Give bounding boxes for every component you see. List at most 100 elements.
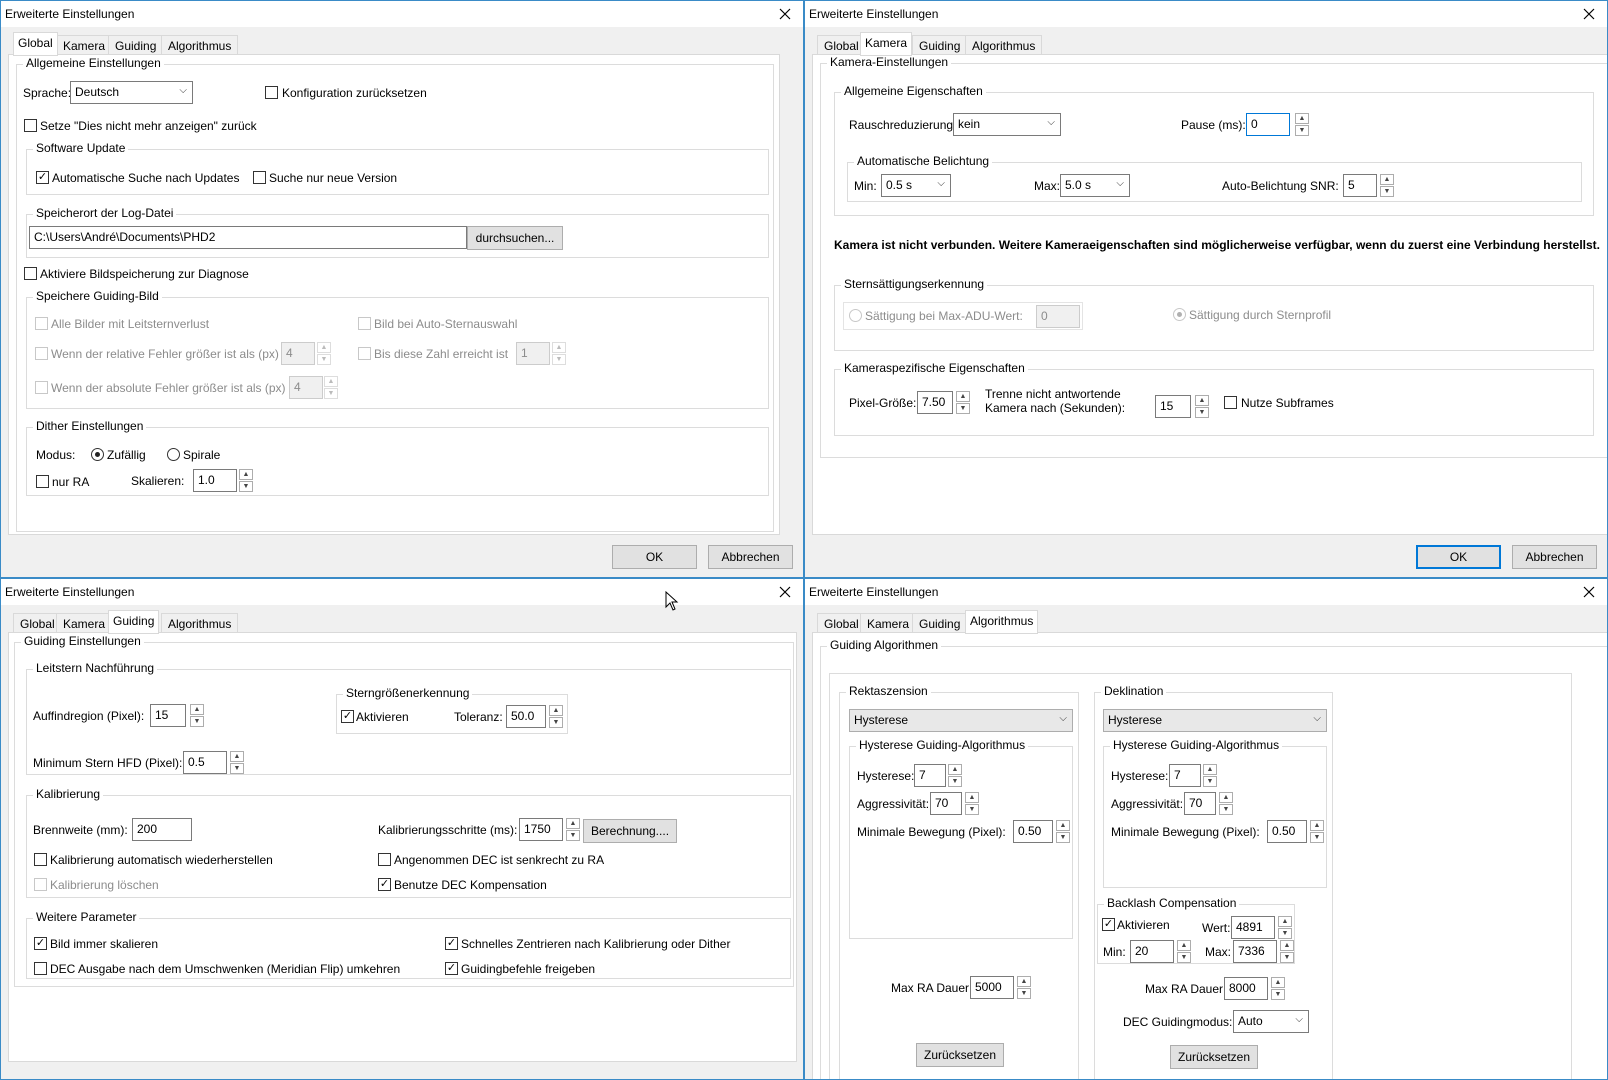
spin-arrows-icon[interactable]: ▲ ▼ <box>549 705 563 728</box>
spin-arrows-icon[interactable]: ▲ ▼ <box>566 818 580 841</box>
pause-field[interactable]: 0 <box>1246 113 1290 136</box>
ra-reset-button[interactable]: Zurücksetzen <box>916 1043 1004 1067</box>
count-field[interactable]: 1 <box>516 342 550 365</box>
rel-err-field[interactable]: 4 <box>281 342 315 365</box>
spiral-radio[interactable] <box>167 448 180 461</box>
tab-guiding[interactable]: Guiding <box>108 35 164 55</box>
spin-arrows-icon[interactable]: ▲ ▼ <box>552 342 566 365</box>
spin-arrows-icon[interactable]: ▲ ▼ <box>1203 764 1217 787</box>
tab-kamera[interactable]: Kamera <box>56 613 113 633</box>
auto-select-checkbox[interactable] <box>358 317 371 330</box>
spin-arrows-icon[interactable]: ▲ ▼ <box>324 376 338 399</box>
reset-dontshow-checkbox[interactable] <box>24 119 37 132</box>
min-exposure-select[interactable]: 0.5 s ⌵ <box>881 174 951 197</box>
tab-algorithmus[interactable]: Algorithmus <box>161 35 239 55</box>
spin-arrows-icon[interactable]: ▲ ▼ <box>239 469 253 492</box>
close-button[interactable] <box>1571 579 1607 605</box>
dec-algorithm-select[interactable]: Hysterese ⌵ <box>1103 709 1327 732</box>
calculate-button[interactable]: Berechnung.... <box>583 819 677 843</box>
backlash-min-field[interactable]: 20 <box>1130 940 1174 963</box>
tab-global[interactable]: Global <box>817 35 866 55</box>
tab-global[interactable]: Global <box>817 613 866 633</box>
random-radio[interactable] <box>91 448 104 461</box>
abs-err-field[interactable]: 4 <box>289 376 323 399</box>
dec-hyst-field[interactable]: 7 <box>1169 764 1201 787</box>
dec-aggr-field[interactable]: 70 <box>1184 792 1216 815</box>
sat-profile-radio[interactable] <box>1173 308 1186 321</box>
tab-kamera[interactable]: Kamera <box>860 32 913 56</box>
tab-global[interactable]: Global <box>13 32 58 56</box>
ra-aggr-field[interactable]: 70 <box>930 792 962 815</box>
sat-adu-field[interactable]: 0 <box>1036 305 1080 328</box>
max-exposure-select[interactable]: 5.0 s ⌵ <box>1060 174 1130 197</box>
ok-button[interactable]: OK <box>1416 545 1501 569</box>
tab-kamera[interactable]: Kamera <box>860 613 917 633</box>
focal-field[interactable]: 200 <box>132 818 192 841</box>
log-path-field[interactable]: C:\Users\André\Documents\PHD2 <box>29 226 467 249</box>
browse-button[interactable]: durchsuchen... <box>467 226 563 250</box>
spin-arrows-icon[interactable]: ▲ ▼ <box>1195 395 1209 418</box>
spin-arrows-icon[interactable]: ▲ ▼ <box>1280 940 1294 963</box>
hfd-field[interactable]: 0.5 <box>183 751 227 774</box>
dec-mode-select[interactable]: Auto ⌵ <box>1233 1010 1309 1033</box>
spin-arrows-icon[interactable]: ▲ ▼ <box>956 391 970 414</box>
scale-field[interactable]: 1.0 <box>193 469 237 492</box>
cancel-button[interactable]: Abbrechen <box>1512 545 1597 569</box>
dec-minmove-field[interactable]: 0.50 <box>1267 820 1307 843</box>
ok-button[interactable]: OK <box>612 545 697 569</box>
spin-arrows-icon[interactable]: ▲ ▼ <box>1177 940 1191 963</box>
close-button[interactable] <box>767 579 803 605</box>
tolerance-field[interactable]: 50.0 <box>506 705 546 728</box>
spin-arrows-icon[interactable]: ▲ ▼ <box>1017 976 1031 999</box>
tab-global[interactable]: Global <box>13 613 62 633</box>
spin-arrows-icon[interactable]: ▲ ▼ <box>190 704 204 727</box>
reset-config-checkbox[interactable] <box>265 86 278 99</box>
abs-err-checkbox[interactable] <box>35 381 48 394</box>
ra-only-checkbox[interactable] <box>36 475 49 488</box>
close-button[interactable] <box>767 1 803 27</box>
dec-comp-checkbox[interactable]: ✓ <box>378 878 391 891</box>
sat-adu-radio[interactable] <box>849 309 862 322</box>
subframes-checkbox[interactable] <box>1224 396 1237 409</box>
dec-reset-button[interactable]: Zurücksetzen <box>1170 1045 1258 1069</box>
assume-ortho-checkbox[interactable] <box>378 853 391 866</box>
tab-algorithmus[interactable]: Algorithmus <box>161 613 239 633</box>
spin-arrows-icon[interactable]: ▲ ▼ <box>1310 820 1324 843</box>
spin-arrows-icon[interactable]: ▲ ▼ <box>1278 916 1292 939</box>
language-select[interactable]: Deutsch ⌵ <box>70 81 193 104</box>
until-count-checkbox[interactable] <box>358 347 371 360</box>
tab-guiding[interactable]: Guiding <box>912 35 968 55</box>
backlash-value-field[interactable]: 4891 <box>1231 916 1275 939</box>
always-scale-checkbox[interactable]: ✓ <box>34 937 47 950</box>
spin-arrows-icon[interactable]: ▲ ▼ <box>948 764 962 787</box>
diag-images-checkbox[interactable] <box>24 267 37 280</box>
spin-arrows-icon[interactable]: ▲ ▼ <box>1295 113 1309 136</box>
ra-algorithm-select[interactable]: Hysterese ⌵ <box>849 709 1073 732</box>
clear-cal-checkbox[interactable] <box>34 878 47 891</box>
cancel-button[interactable]: Abbrechen <box>708 545 793 569</box>
backlash-enable-checkbox[interactable]: ✓ <box>1102 918 1115 931</box>
noise-select[interactable]: kein ⌵ <box>953 113 1061 136</box>
mass-enable-checkbox[interactable]: ✓ <box>341 710 354 723</box>
spin-arrows-icon[interactable]: ▲ ▼ <box>1219 792 1233 815</box>
reverse-dec-checkbox[interactable] <box>34 962 47 975</box>
backlash-max-field[interactable]: 7336 <box>1233 940 1277 963</box>
tab-guiding[interactable]: Guiding <box>912 613 968 633</box>
tab-algorithmus[interactable]: Algorithmus <box>965 610 1039 634</box>
all-frames-checkbox[interactable] <box>35 317 48 330</box>
auto-update-checkbox[interactable]: ✓ <box>36 171 49 184</box>
spin-arrows-icon[interactable]: ▲ ▼ <box>1380 174 1394 197</box>
ra-hyst-field[interactable]: 7 <box>914 764 946 787</box>
max-ra-field[interactable]: 5000 <box>970 976 1014 999</box>
only-new-checkbox[interactable] <box>253 171 266 184</box>
tab-guiding[interactable]: Guiding <box>108 610 160 634</box>
tab-kamera[interactable]: Kamera <box>56 35 113 55</box>
pixel-field[interactable]: 7.50 <box>917 391 953 414</box>
spin-arrows-icon[interactable]: ▲ ▼ <box>965 792 979 815</box>
ra-minmove-field[interactable]: 0.50 <box>1013 820 1053 843</box>
spin-arrows-icon[interactable]: ▲ ▼ <box>230 751 244 774</box>
fast-center-checkbox[interactable]: ✓ <box>445 937 458 950</box>
rel-err-checkbox[interactable] <box>35 347 48 360</box>
spin-arrows-icon[interactable]: ▲ ▼ <box>317 342 331 365</box>
spin-arrows-icon[interactable]: ▲ ▼ <box>1271 977 1285 1000</box>
